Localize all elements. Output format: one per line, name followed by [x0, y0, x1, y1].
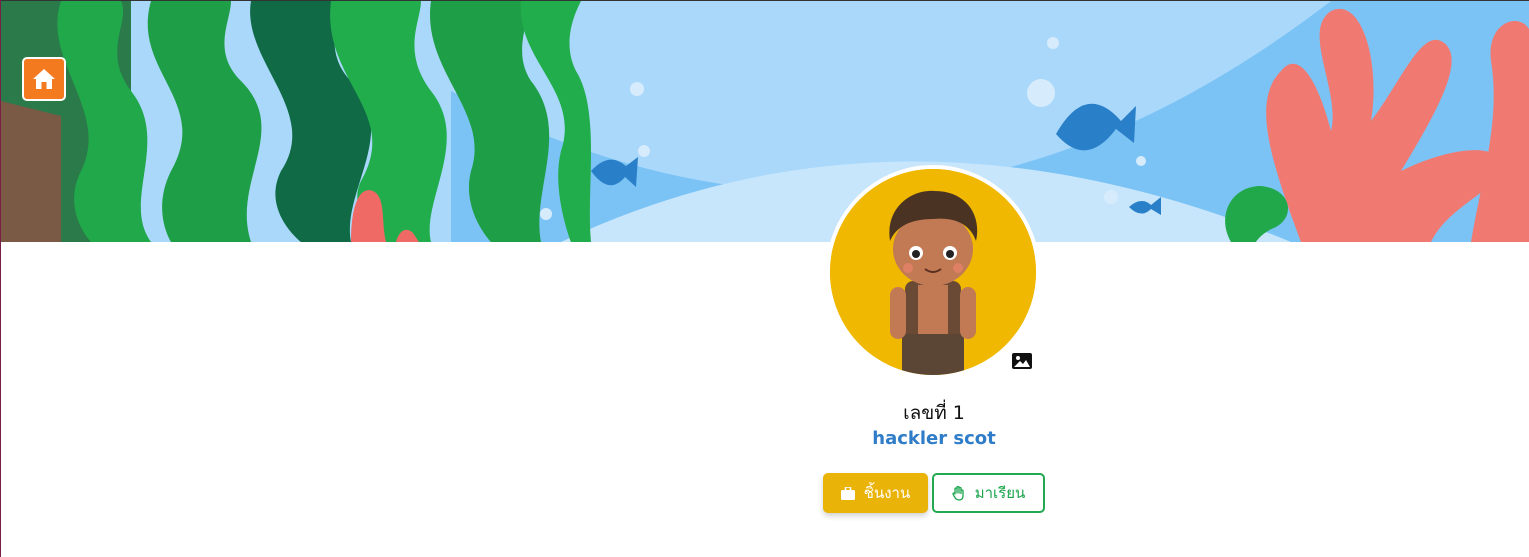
student-name: hackler scot [872, 428, 996, 449]
briefcase-icon [840, 486, 855, 500]
hand-icon [952, 485, 964, 501]
profile-banner [1, 0, 1529, 242]
avatar-frame [826, 165, 1040, 379]
attend-button-label: มาเรียน [974, 484, 1026, 502]
work-button[interactable]: ชิ้นงาน [823, 473, 928, 513]
home-button[interactable] [22, 57, 66, 101]
student-number: เลขที่ 1 [903, 402, 965, 424]
image-icon [1012, 353, 1032, 369]
change-image-icon[interactable] [1011, 351, 1033, 371]
avatar [830, 169, 1036, 375]
home-icon [33, 69, 55, 89]
attend-button[interactable]: มาเรียน [932, 473, 1045, 513]
work-button-label: ชิ้นงาน [863, 484, 911, 502]
underwater-banner-image [1, 1, 1529, 242]
avatar-character-image [830, 169, 1036, 375]
